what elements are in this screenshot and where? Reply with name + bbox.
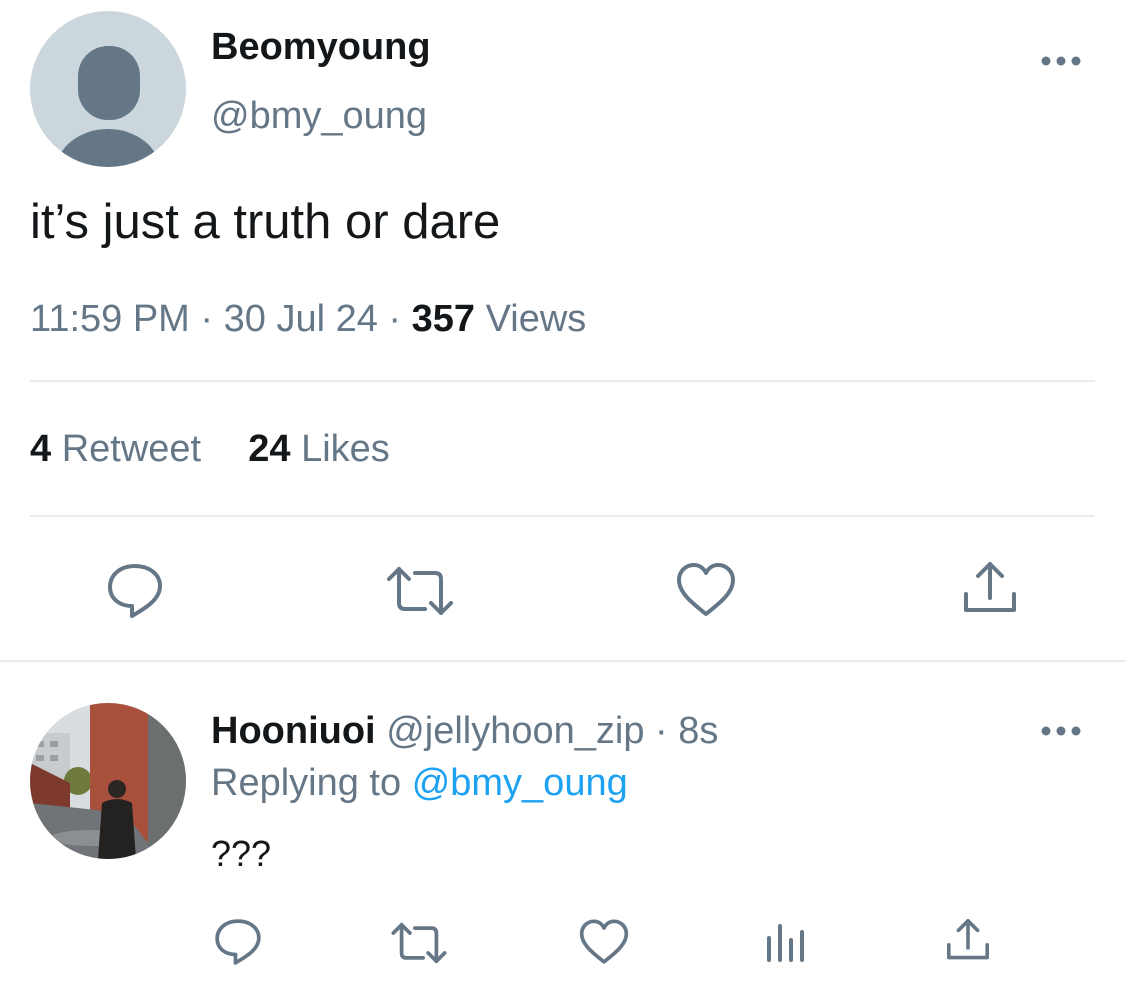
reply-icon[interactable] [105,561,165,621]
like-icon[interactable] [578,918,630,966]
divider [30,380,1095,382]
author-handle[interactable]: @bmy_oung [211,95,427,138]
tweet-text: it’s just a truth or dare [30,195,501,249]
more-options-icon[interactable] [1036,46,1086,76]
share-icon[interactable] [960,558,1020,618]
reply-timestamp[interactable]: 8s [678,710,718,752]
tweet-meta: 11:59 PM · 30 Jul 24 · 357 Views [30,298,586,341]
reply-handle[interactable]: @jellyhoon_zip [386,710,644,752]
likes-count: 24 [248,428,291,470]
reply-display-name[interactable]: Hooniuoi [211,710,376,752]
analytics-icon[interactable] [764,918,808,964]
reply-header: Hooniuoi @jellyhoon_zip · 8s [211,710,718,753]
likes-stat[interactable]: 24 Likes [248,428,390,470]
divider [30,515,1095,517]
default-avatar-icon [56,46,160,167]
reply-text: ??? [211,833,272,874]
section-divider [0,660,1125,662]
reply-author-avatar[interactable] [30,703,186,859]
author-avatar[interactable] [30,11,186,167]
likes-label: Likes [301,428,390,470]
photo-avatar-icon [30,703,186,859]
share-icon[interactable] [944,916,992,964]
author-display-name[interactable]: Beomyoung [211,26,431,69]
reply-icon[interactable] [213,917,263,967]
retweet-stat[interactable]: 4 Retweet [30,428,212,470]
views-label: Views [485,298,587,340]
replying-to-label: Replying to [211,762,402,804]
replying-to-link[interactable]: @bmy_oung [412,762,628,804]
retweet-label: Retweet [61,428,202,470]
reply-separator: · [655,710,668,752]
retweet-icon[interactable] [390,918,448,968]
tweet-stats: 4 Retweet 24 Likes [30,428,390,471]
replying-to: Replying to @bmy_oung [211,762,628,805]
more-options-icon[interactable] [1036,716,1086,746]
retweet-count: 4 [30,428,52,470]
tweet-date[interactable]: 30 Jul 24 [224,298,378,340]
retweet-icon[interactable] [385,561,455,621]
like-icon[interactable] [675,561,737,619]
meta-separator: · [388,298,402,340]
views-count: 357 [411,298,476,340]
tweet-time[interactable]: 11:59 PM [30,298,190,340]
meta-separator: · [200,298,214,340]
